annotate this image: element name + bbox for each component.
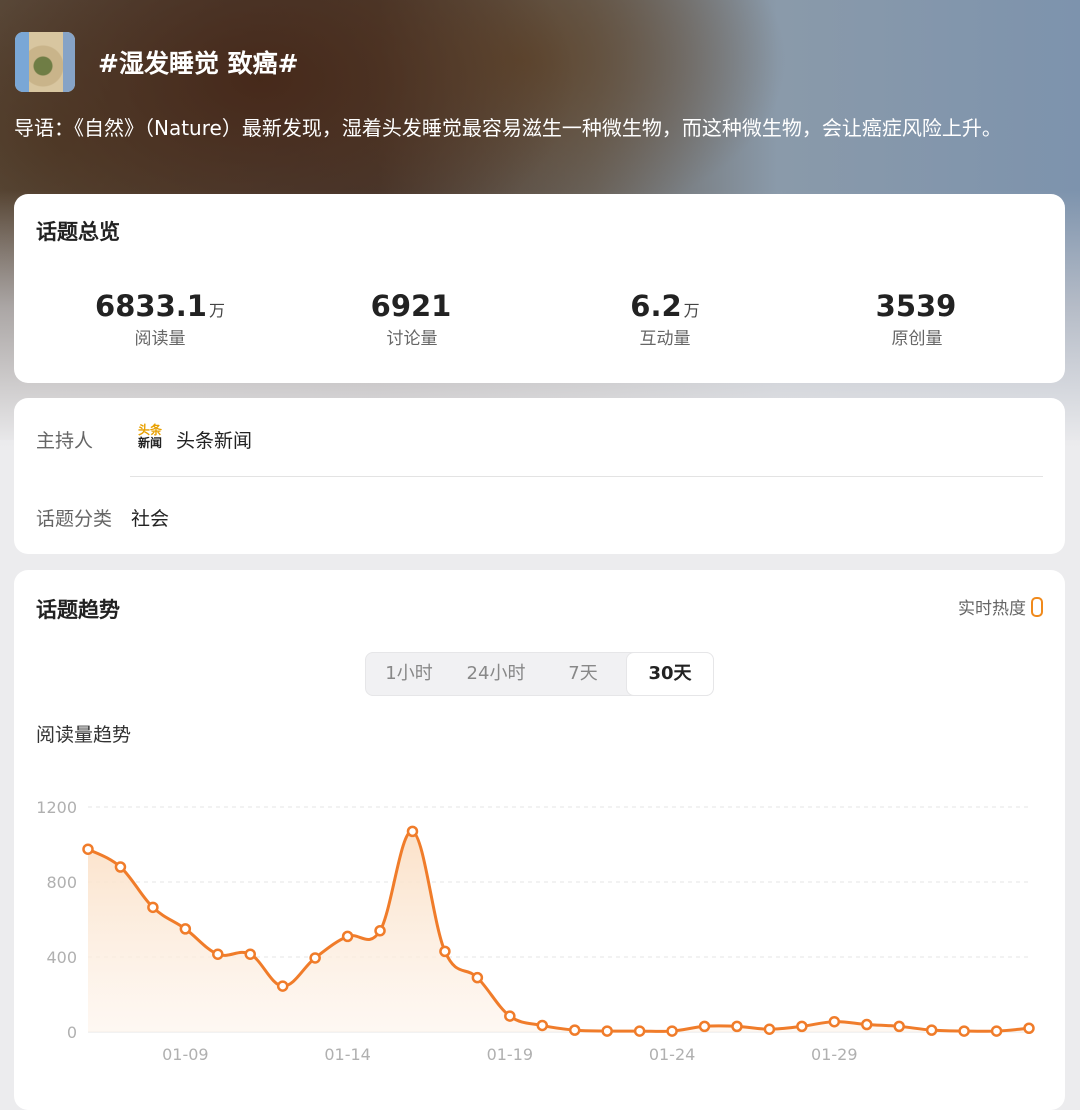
data-point[interactable] (666, 1025, 678, 1037)
stat-read: 6833.1 万 阅读量 (35, 290, 285, 349)
y-tick-label: 1200 (36, 798, 77, 817)
data-point[interactable] (212, 948, 224, 960)
stat-discuss: 6921 讨论量 (287, 290, 537, 349)
data-point[interactable] (471, 971, 484, 984)
data-point[interactable] (1023, 1022, 1035, 1034)
stat-read-unit: 万 (208, 301, 225, 320)
stat-interact-label: 互动量 (639, 329, 691, 349)
data-point[interactable] (731, 1020, 743, 1033)
data-point[interactable] (861, 1018, 873, 1031)
data-point[interactable] (179, 923, 192, 935)
host-name[interactable]: 头条新闻 (176, 426, 252, 453)
category-value: 社会 (131, 508, 170, 530)
stat-read-value: 6833.1 (95, 289, 207, 323)
data-point[interactable] (958, 1025, 970, 1037)
data-point[interactable] (114, 861, 127, 873)
overview-card: 话题总览 6833.1 万 阅读量 6921 讨论量 6.2 万 互动量 3539 … (14, 194, 1065, 383)
data-point[interactable] (439, 945, 451, 958)
data-point[interactable] (374, 925, 386, 937)
data-point[interactable] (276, 980, 289, 992)
x-tick-label: 01-29 (811, 1045, 858, 1064)
stat-interact-value: 6.2 (630, 289, 682, 323)
data-point[interactable] (601, 1025, 613, 1037)
x-tick-label: 01-09 (162, 1045, 209, 1064)
y-tick-label: 800 (46, 873, 77, 892)
data-point[interactable] (828, 1015, 841, 1028)
read-trend-chart: 0 400 800 1200 01-09 01-14 01-19 01-24 01-29 (36, 798, 1035, 1064)
topic-title: #湿发睡觉 致癌# (98, 49, 299, 78)
stat-interact: 6.2 万 互动量 (540, 290, 790, 349)
stat-discuss-value: 6921 (370, 289, 452, 323)
data-point[interactable] (893, 1020, 905, 1033)
y-tick-label: 0 (67, 1023, 77, 1042)
x-tick-label: 01-14 (324, 1045, 371, 1064)
host-logo-bottom: 新闻 (137, 436, 162, 450)
stat-interact-unit: 万 (683, 301, 700, 320)
data-point[interactable] (309, 952, 321, 964)
data-point[interactable] (406, 825, 419, 838)
data-point[interactable] (536, 1019, 549, 1032)
data-point[interactable] (341, 930, 354, 943)
topic-intro: 导语：《自然》（Nature）最新发现，湿着头发睡觉最容易滋生一种微生物，而这种… (14, 116, 1002, 140)
data-point[interactable] (244, 948, 256, 960)
info-card: 主持人 头条 新闻 头条新闻 话题分类 社会 (14, 398, 1065, 554)
data-point[interactable] (925, 1024, 938, 1036)
data-point[interactable] (990, 1025, 1003, 1037)
topic-avatar (15, 32, 75, 92)
x-tick-label: 01-24 (649, 1045, 696, 1064)
data-point[interactable] (633, 1025, 646, 1037)
data-point[interactable] (796, 1020, 808, 1033)
x-tick-label: 01-19 (487, 1045, 534, 1064)
trend-card: 话题趋势 实时热度 1小时 24小时 7天 30天 阅读量趋势 0 400 800 1… (14, 570, 1065, 1110)
data-point[interactable] (82, 843, 94, 855)
stat-discuss-label: 讨论量 (386, 329, 438, 349)
read-trend-area (88, 831, 1029, 1032)
data-point[interactable] (568, 1024, 581, 1036)
overview-title: 话题总览 (36, 220, 120, 244)
host-label: 主持人 (36, 430, 94, 452)
stat-original-label: 原创量 (891, 329, 943, 349)
info-divider (130, 476, 1043, 477)
category-label: 话题分类 (36, 508, 113, 530)
host-logo[interactable]: 头条 新闻 (135, 422, 165, 452)
data-point[interactable] (504, 1010, 516, 1022)
stat-original: 3539 原创量 (792, 290, 1042, 349)
stat-read-label: 阅读量 (134, 329, 186, 349)
data-point[interactable] (763, 1023, 776, 1035)
data-point[interactable] (147, 901, 159, 914)
data-point[interactable] (698, 1020, 711, 1033)
y-tick-label: 400 (46, 948, 77, 967)
stat-original-value: 3539 (875, 289, 957, 323)
